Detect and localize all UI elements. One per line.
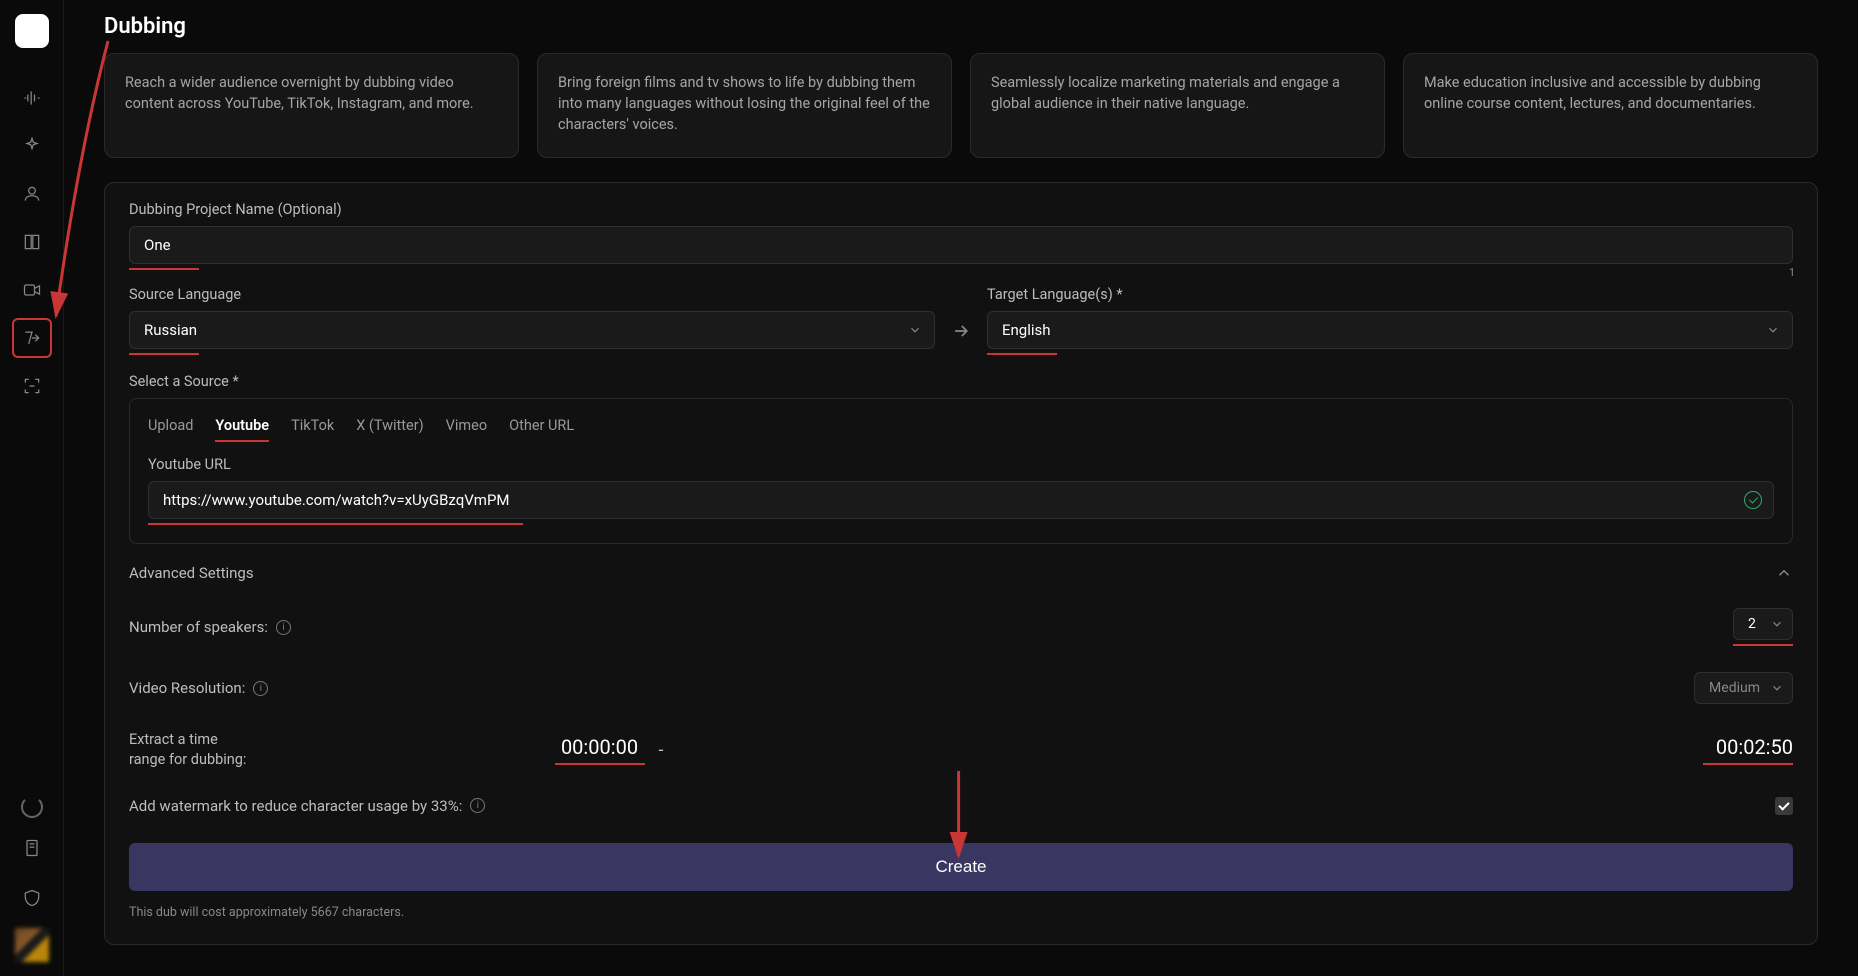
chevron-down-icon (1770, 681, 1784, 695)
highlight-underline (555, 763, 645, 765)
chevron-down-icon (1770, 617, 1784, 631)
avatar[interactable] (15, 928, 49, 962)
project-name-input[interactable]: One (129, 226, 1793, 264)
info-card: Bring foreign films and tv shows to life… (537, 53, 952, 158)
chevron-down-icon (908, 323, 922, 337)
tab-vimeo[interactable]: Vimeo (446, 417, 487, 442)
speakers-select[interactable]: 2 (1733, 608, 1793, 640)
nav-shield-icon[interactable] (12, 878, 52, 918)
target-language-value: English (1002, 321, 1051, 339)
info-card: Make education inclusive and accessible … (1403, 53, 1818, 158)
tab-x[interactable]: X (Twitter) (356, 417, 423, 442)
speakers-label: Number of speakers: (129, 618, 268, 636)
create-button[interactable]: Create (129, 843, 1793, 891)
source-label: Select a Source * (129, 373, 1793, 390)
time-end-input[interactable]: 00:02:50 (1703, 735, 1793, 759)
source-tabs: Upload Youtube TikTok X (Twitter) Vimeo … (148, 417, 1774, 442)
main-content: Dubbing Reach a wider audience overnight… (64, 0, 1858, 976)
speakers-value: 2 (1748, 616, 1756, 632)
card-desc: Reach a wider audience overnight by dubb… (125, 72, 498, 114)
nav-scan-icon[interactable] (12, 366, 52, 406)
resolution-value: Medium (1709, 680, 1760, 696)
nav-book-icon[interactable] (12, 222, 52, 262)
resolution-label: Video Resolution: (129, 679, 245, 697)
nav-user-icon[interactable] (12, 174, 52, 214)
tab-tiktok[interactable]: TikTok (291, 417, 334, 442)
url-label: Youtube URL (148, 456, 1774, 473)
source-language-label: Source Language (129, 286, 935, 303)
nav-video-icon[interactable] (12, 270, 52, 310)
chevron-up-icon[interactable] (1775, 564, 1793, 582)
tab-upload[interactable]: Upload (148, 417, 193, 442)
info-card: Seamlessly localize marketing materials … (970, 53, 1385, 158)
project-name-label: Dubbing Project Name (Optional) (129, 201, 1793, 218)
card-desc: Make education inclusive and accessible … (1424, 72, 1797, 114)
check-valid-icon (1744, 491, 1762, 509)
highlight-underline (129, 268, 199, 270)
source-language-select[interactable]: Russian (129, 311, 935, 349)
resolution-select[interactable]: Medium (1694, 672, 1793, 704)
highlight-underline (148, 523, 523, 525)
highlight-underline (129, 353, 199, 355)
tab-other[interactable]: Other URL (509, 417, 574, 442)
nav-docs-icon[interactable] (12, 828, 52, 868)
highlight-underline (987, 353, 1057, 355)
logo (15, 14, 49, 48)
page-title: Dubbing (104, 14, 1818, 39)
time-range-label: Extract a time range for dubbing: (129, 730, 249, 771)
watermark-label: Add watermark to reduce character usage … (129, 797, 462, 815)
tab-youtube[interactable]: Youtube (215, 417, 269, 442)
sidebar (0, 0, 64, 976)
time-start-input[interactable]: 00:00:00 (555, 735, 645, 759)
nav-sparkle-icon[interactable] (12, 126, 52, 166)
info-icon[interactable]: i (276, 620, 291, 635)
info-cards-row: Reach a wider audience overnight by dubb… (104, 53, 1818, 158)
youtube-url-input[interactable]: https://www.youtube.com/watch?v=xUyGBzqV… (148, 481, 1774, 519)
time-dash: - (659, 740, 664, 761)
target-count-badge: 1 (1789, 266, 1795, 279)
chevron-down-icon (1766, 323, 1780, 337)
watermark-checkbox[interactable] (1775, 797, 1793, 815)
loader-icon (21, 796, 43, 818)
source-language-value: Russian (144, 321, 197, 339)
card-desc: Bring foreign films and tv shows to life… (558, 72, 931, 135)
info-icon[interactable]: i (470, 798, 485, 813)
cost-footnote: This dub will cost approximately 5667 ch… (129, 905, 1793, 920)
advanced-settings-label[interactable]: Advanced Settings (129, 564, 254, 582)
nav-voices-icon[interactable] (12, 78, 52, 118)
arrow-right-icon (951, 321, 971, 355)
card-desc: Seamlessly localize marketing materials … (991, 72, 1364, 114)
target-language-select[interactable]: English (987, 311, 1793, 349)
highlight-underline (1733, 644, 1793, 646)
nav-dubbing-icon[interactable] (12, 318, 52, 358)
info-icon[interactable]: i (253, 681, 268, 696)
target-language-label: Target Language(s) * (987, 286, 1793, 303)
dubbing-form: Dubbing Project Name (Optional) One Sour… (104, 182, 1818, 945)
highlight-underline (1703, 763, 1793, 765)
info-card: Reach a wider audience overnight by dubb… (104, 53, 519, 158)
